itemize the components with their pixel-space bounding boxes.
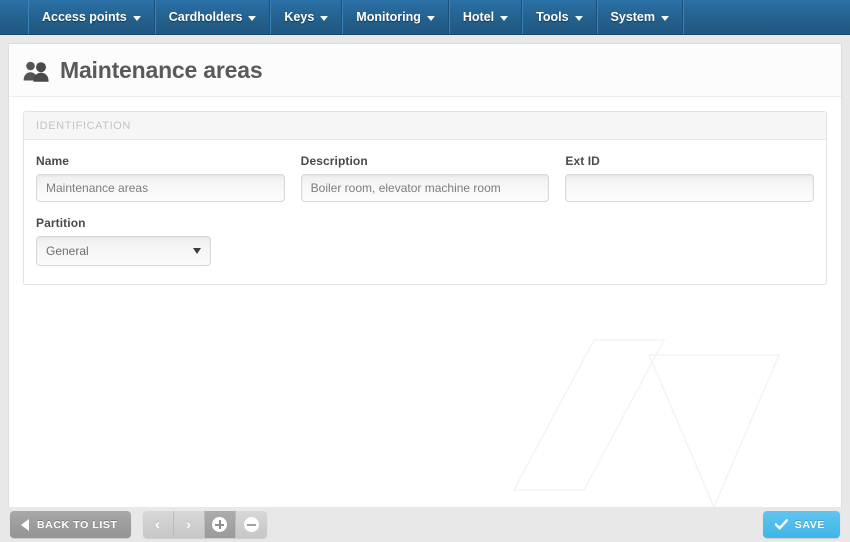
nav-item-system[interactable]: System: [596, 0, 684, 34]
chevron-down-icon: [248, 15, 257, 21]
field-group-name: Name: [36, 154, 285, 202]
users-group-icon: [23, 61, 49, 82]
form-row-1: Name Description Ext ID: [36, 154, 815, 202]
nav-item-monitoring[interactable]: Monitoring: [342, 0, 449, 34]
background-watermark: [512, 339, 781, 507]
back-to-list-button[interactable]: BACK TO LIST: [10, 511, 131, 538]
field-group-partition: Partition General: [36, 216, 211, 266]
nav-item-access-points[interactable]: Access points: [28, 0, 155, 34]
description-input[interactable]: [300, 174, 550, 202]
chevron-down-icon: [661, 15, 670, 21]
next-record-button[interactable]: ›: [173, 511, 205, 538]
nav-item-label: Hotel: [462, 10, 495, 24]
nav-item-tools[interactable]: Tools: [522, 0, 597, 34]
partition-label: Partition: [36, 216, 86, 230]
main-navigation-bar: Access points Cardholders Keys Monitorin…: [0, 0, 850, 35]
partition-select[interactable]: General: [36, 236, 211, 266]
chevron-down-icon: [574, 15, 583, 21]
nav-item-hotel[interactable]: Hotel: [448, 0, 523, 34]
description-label: Description: [300, 154, 368, 168]
nav-item-label: Access points: [42, 10, 127, 24]
add-record-button[interactable]: [204, 511, 236, 538]
chevron-down-icon: [132, 15, 141, 21]
chevron-down-icon: [320, 15, 329, 21]
nav-item-label: System: [610, 10, 656, 24]
nav-item-label: Tools: [536, 10, 569, 24]
name-label: Name: [36, 154, 70, 168]
name-input[interactable]: [36, 174, 285, 202]
nav-item-label: Keys: [284, 10, 315, 24]
chevron-down-icon: [500, 15, 509, 21]
arrow-left-icon: [21, 518, 29, 531]
form-row-2: Partition General: [36, 216, 814, 266]
chevron-right-icon: ›: [186, 516, 192, 533]
panel-body: Name Description Ext ID Partition: [24, 140, 826, 284]
bottom-toolbar: BACK TO LIST ‹ › SAVE: [0, 507, 850, 542]
field-group-ext-id: Ext ID: [565, 154, 815, 202]
previous-record-button[interactable]: ‹: [142, 511, 174, 538]
ext-id-input[interactable]: [565, 174, 815, 202]
chevron-down-icon: [426, 15, 435, 21]
nav-item-label: Monitoring: [356, 10, 421, 24]
nav-item-keys[interactable]: Keys: [270, 0, 343, 34]
check-icon: [774, 519, 788, 530]
toolbar-left-group: BACK TO LIST ‹ ›: [10, 511, 267, 538]
minus-circle-icon: [243, 517, 259, 532]
toolbar-right-group: SAVE: [762, 511, 840, 538]
record-navigation-group: ‹ ›: [142, 511, 267, 538]
content-card: Maintenance areas IDENTIFICATION Name De…: [8, 43, 842, 507]
panel-legend: IDENTIFICATION: [24, 112, 826, 140]
field-group-description: Description: [300, 154, 550, 202]
ext-id-label: Ext ID: [565, 154, 600, 168]
nav-empty-space: [683, 0, 850, 34]
nav-item-label: Cardholders: [168, 10, 243, 24]
back-to-list-label: BACK TO LIST: [37, 518, 118, 531]
page-title: Maintenance areas: [60, 57, 263, 83]
save-button[interactable]: SAVE: [762, 511, 840, 538]
chevron-left-icon: ‹: [155, 516, 161, 533]
page-header: Maintenance areas: [9, 44, 841, 97]
delete-record-button[interactable]: [235, 511, 267, 538]
plus-circle-icon: [212, 517, 228, 532]
nav-item-cardholders[interactable]: Cardholders: [154, 0, 271, 34]
identification-panel: IDENTIFICATION Name Description Ext ID: [23, 111, 827, 285]
partition-select-wrapper: General: [36, 236, 211, 266]
save-label: SAVE: [794, 518, 825, 531]
page-content-wrapper: Maintenance areas IDENTIFICATION Name De…: [0, 35, 850, 507]
